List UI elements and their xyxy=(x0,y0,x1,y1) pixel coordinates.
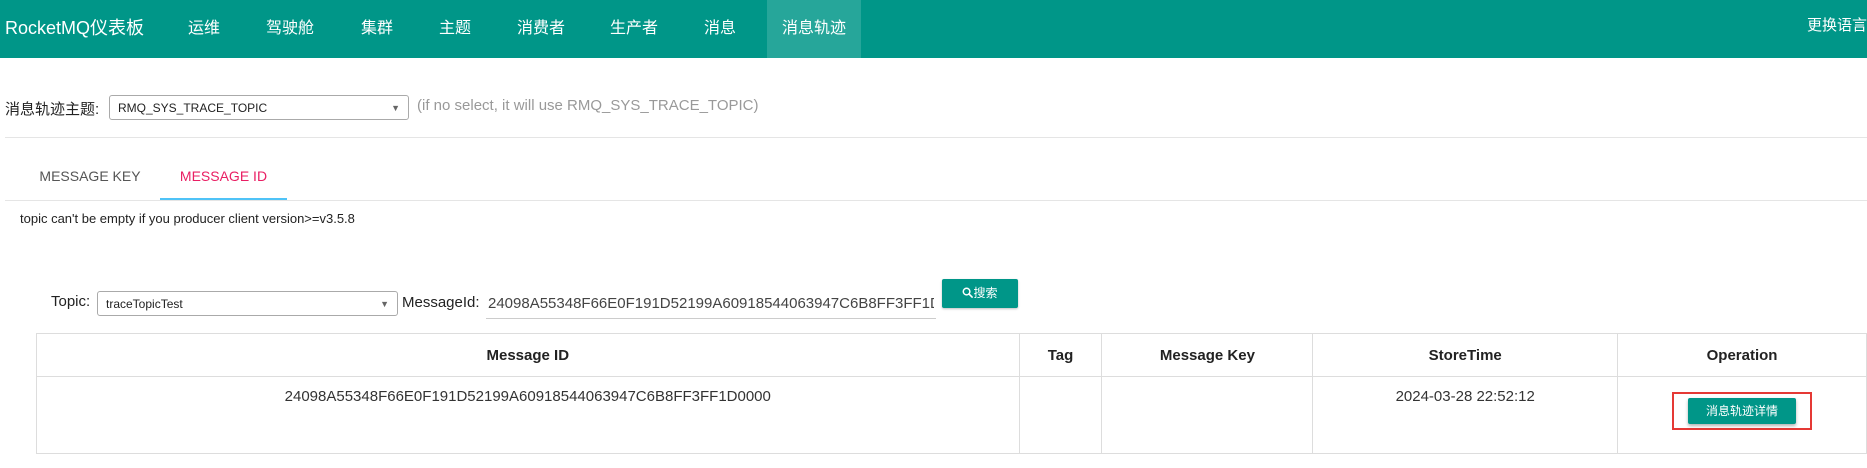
table-row: 24098A55348F66E0F191D52199A6091854406394… xyxy=(36,376,1867,454)
nav-item-topic[interactable]: 主题 xyxy=(425,0,485,58)
nav-item-cluster[interactable]: 集群 xyxy=(347,0,407,58)
highlight-box: 消息轨迹详情 xyxy=(1672,392,1813,430)
trace-topic-label: 消息轨迹主题: xyxy=(5,101,100,118)
column-header-message-key: Message Key xyxy=(1101,333,1314,377)
nav-item-dashboard[interactable]: 驾驶舱 xyxy=(255,0,325,58)
messageid-input[interactable] xyxy=(486,288,936,319)
brand-title[interactable]: RocketMQ仪表板 xyxy=(5,14,144,40)
nav-item-message[interactable]: 消息 xyxy=(693,0,747,58)
topic-label: Topic: xyxy=(51,293,91,310)
column-header-operation: Operation xyxy=(1617,333,1867,377)
nav-item-ops[interactable]: 运维 xyxy=(176,0,232,58)
cell-store-time: 2024-03-28 22:52:12 xyxy=(1312,376,1619,454)
search-icon xyxy=(963,287,974,298)
search-button-label: 搜索 xyxy=(973,286,998,300)
chevron-down-icon: ▼ xyxy=(391,102,400,113)
section-divider xyxy=(5,137,1867,138)
trace-topic-hint: (if no select, it will use RMQ_SYS_TRACE… xyxy=(417,97,759,114)
change-language-button[interactable]: 更换语言 xyxy=(1807,0,1867,52)
trace-detail-button[interactable]: 消息轨迹详情 xyxy=(1688,398,1797,424)
topic-selected: traceTopicTest xyxy=(106,296,183,311)
tab-message-key[interactable]: MESSAGE KEY xyxy=(20,150,160,200)
messageid-label: MessageId: xyxy=(402,294,480,311)
trace-topic-selected: RMQ_SYS_TRACE_TOPIC xyxy=(118,100,268,115)
cell-message-id: 24098A55348F66E0F191D52199A6091854406394… xyxy=(36,376,1020,454)
column-header-tag: Tag xyxy=(1018,333,1103,377)
chevron-down-icon: ▼ xyxy=(380,298,389,309)
table-header-row: Message ID Tag Message Key StoreTime Ope… xyxy=(36,333,1867,377)
cell-tag xyxy=(1018,376,1103,454)
nav-item-message-trace[interactable]: 消息轨迹 xyxy=(767,0,861,58)
column-header-store-time: StoreTime xyxy=(1312,333,1619,377)
tab-message-id[interactable]: MESSAGE ID xyxy=(160,150,287,200)
cell-message-key xyxy=(1101,376,1314,454)
nav-item-producer[interactable]: 生产者 xyxy=(599,0,669,58)
cell-operation: 消息轨迹详情 xyxy=(1617,376,1867,454)
version-notice: topic can't be empty if you producer cli… xyxy=(20,211,355,226)
tab-bar-divider xyxy=(5,200,1867,201)
topic-select[interactable]: traceTopicTest ▼ xyxy=(97,291,398,316)
results-table: Message ID Tag Message Key StoreTime Ope… xyxy=(36,333,1867,454)
column-header-message-id: Message ID xyxy=(36,333,1020,377)
search-button[interactable]: 搜索 xyxy=(942,279,1018,308)
top-navbar: RocketMQ仪表板 运维 驾驶舱 集群 主题 消费者 生产者 消息 消息轨迹… xyxy=(0,0,1867,58)
trace-topic-select[interactable]: RMQ_SYS_TRACE_TOPIC ▼ xyxy=(109,95,409,120)
nav-item-consumer[interactable]: 消费者 xyxy=(508,0,574,58)
